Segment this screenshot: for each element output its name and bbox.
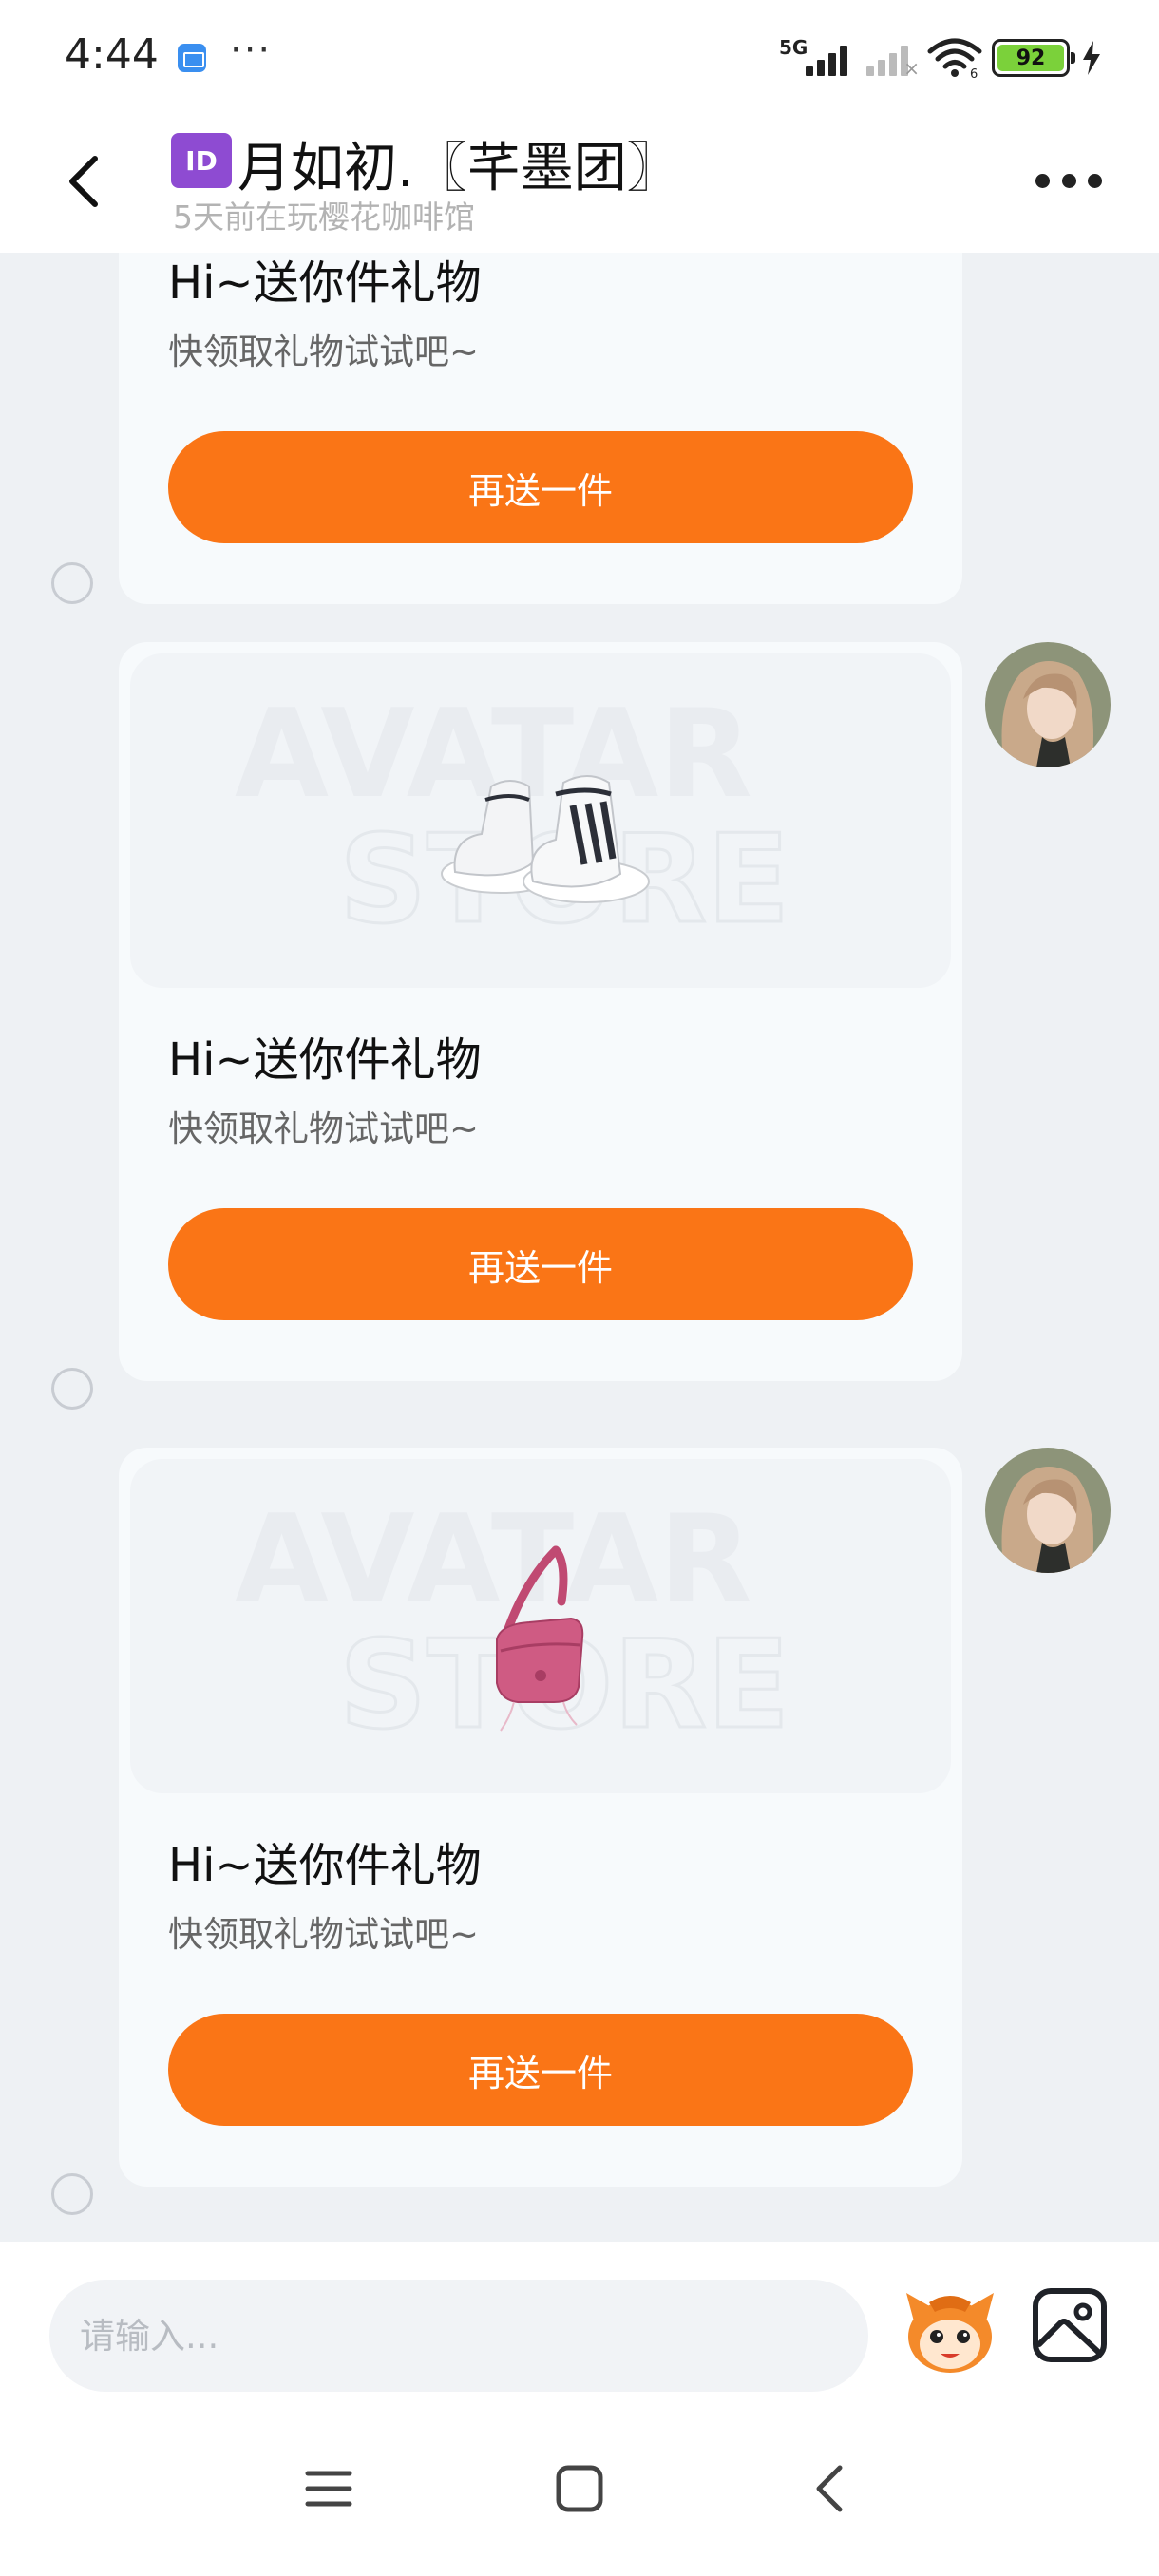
avatar-photo-icon [985, 642, 1111, 767]
status-indicators: 5G × 6 92 [779, 34, 1104, 82]
gift-card-title: Hi~送你件礼物 [168, 1033, 482, 1087]
gift-card-subtitle: 快领取礼物试试吧~ [168, 331, 480, 372]
chat-title[interactable]: 月如初.〖芊墨团〗 [238, 125, 680, 202]
mascot-emoji-icon [906, 2293, 994, 2373]
select-message-radio[interactable] [51, 2173, 93, 2215]
gift-card-title: Hi~送你件礼物 [168, 1839, 482, 1892]
gift-message-card: AVATAR STORE Hi~送你件礼物 快领取礼物试试吧~ 再送一件 [119, 642, 962, 1381]
message-list[interactable]: Hi~送你件礼物 快领取礼物试试吧~ 再送一件 AVATAR STORE [0, 253, 1159, 2242]
signal-5g-icon: 5G [779, 36, 853, 80]
message-input-bar [0, 2242, 1159, 2394]
status-more-dots: ··· [230, 28, 273, 72]
charging-bolt-icon [1083, 41, 1100, 75]
back-button[interactable] [55, 148, 112, 215]
image-picker-icon [1033, 2288, 1107, 2362]
gift-card-subtitle: 快领取礼物试试吧~ [168, 1914, 480, 1955]
chat-header: ID 月如初.〖芊墨团〗 5天前在玩樱花咖啡馆 [0, 112, 1159, 253]
select-message-radio[interactable] [51, 562, 93, 604]
sneakers-icon [441, 775, 650, 903]
back-chevron-icon[interactable] [802, 2460, 859, 2517]
more-options-button[interactable] [1036, 161, 1102, 199]
pink-bag-icon [496, 1545, 584, 1732]
select-message-radio[interactable] [51, 1368, 93, 1410]
gift-message-card: AVATAR STORE Hi~送你件礼物 快领取礼物试试吧~ 再送一件 [119, 1448, 962, 2187]
gift-image: AVATAR STORE [130, 653, 951, 988]
more-dots-icon [1036, 173, 1050, 188]
svg-text:6: 6 [970, 67, 978, 80]
emoji-button[interactable] [901, 2283, 999, 2378]
notification-app-icon [178, 44, 206, 72]
gift-message-card: Hi~送你件礼物 快领取礼物试试吧~ 再送一件 [119, 253, 962, 604]
signal-no-service-icon: × [863, 36, 920, 80]
chat-screen: 4:44 ··· 5G × 6 92 ID 月如初.〖芊墨团〗 5天前在玩樱花咖… [0, 0, 1159, 2576]
wifi-icon: 6 [927, 38, 982, 80]
battery-icon: 92 [992, 39, 1075, 77]
sender-avatar[interactable] [985, 642, 1111, 767]
message-input[interactable] [49, 2280, 868, 2392]
avatar-photo-icon [985, 1448, 1111, 1573]
network-type-label: 5G [779, 36, 808, 59]
gift-card-subtitle: 快领取礼物试试吧~ [168, 1108, 480, 1149]
home-square-icon[interactable] [551, 2460, 608, 2517]
send-again-button[interactable]: 再送一件 [168, 2014, 913, 2126]
send-again-button[interactable]: 再送一件 [168, 1208, 913, 1320]
back-arrow-icon [69, 156, 98, 207]
image-button[interactable] [1030, 2285, 1110, 2365]
id-emoji-badge: ID [171, 133, 232, 188]
gift-card-title: Hi~送你件礼物 [168, 256, 482, 310]
status-time: 4:44 [65, 30, 159, 79]
chat-subtitle: 5天前在玩樱花咖啡馆 [173, 199, 475, 236]
menu-lines-icon[interactable] [300, 2460, 357, 2517]
gift-image: AVATAR STORE [130, 1459, 951, 1793]
send-again-button[interactable]: 再送一件 [168, 431, 913, 543]
sender-avatar[interactable] [985, 1448, 1111, 1573]
system-nav-bar [0, 2394, 1159, 2576]
status-bar: 4:44 ··· 5G × 6 92 [0, 0, 1159, 112]
battery-level: 92 [998, 45, 1064, 71]
